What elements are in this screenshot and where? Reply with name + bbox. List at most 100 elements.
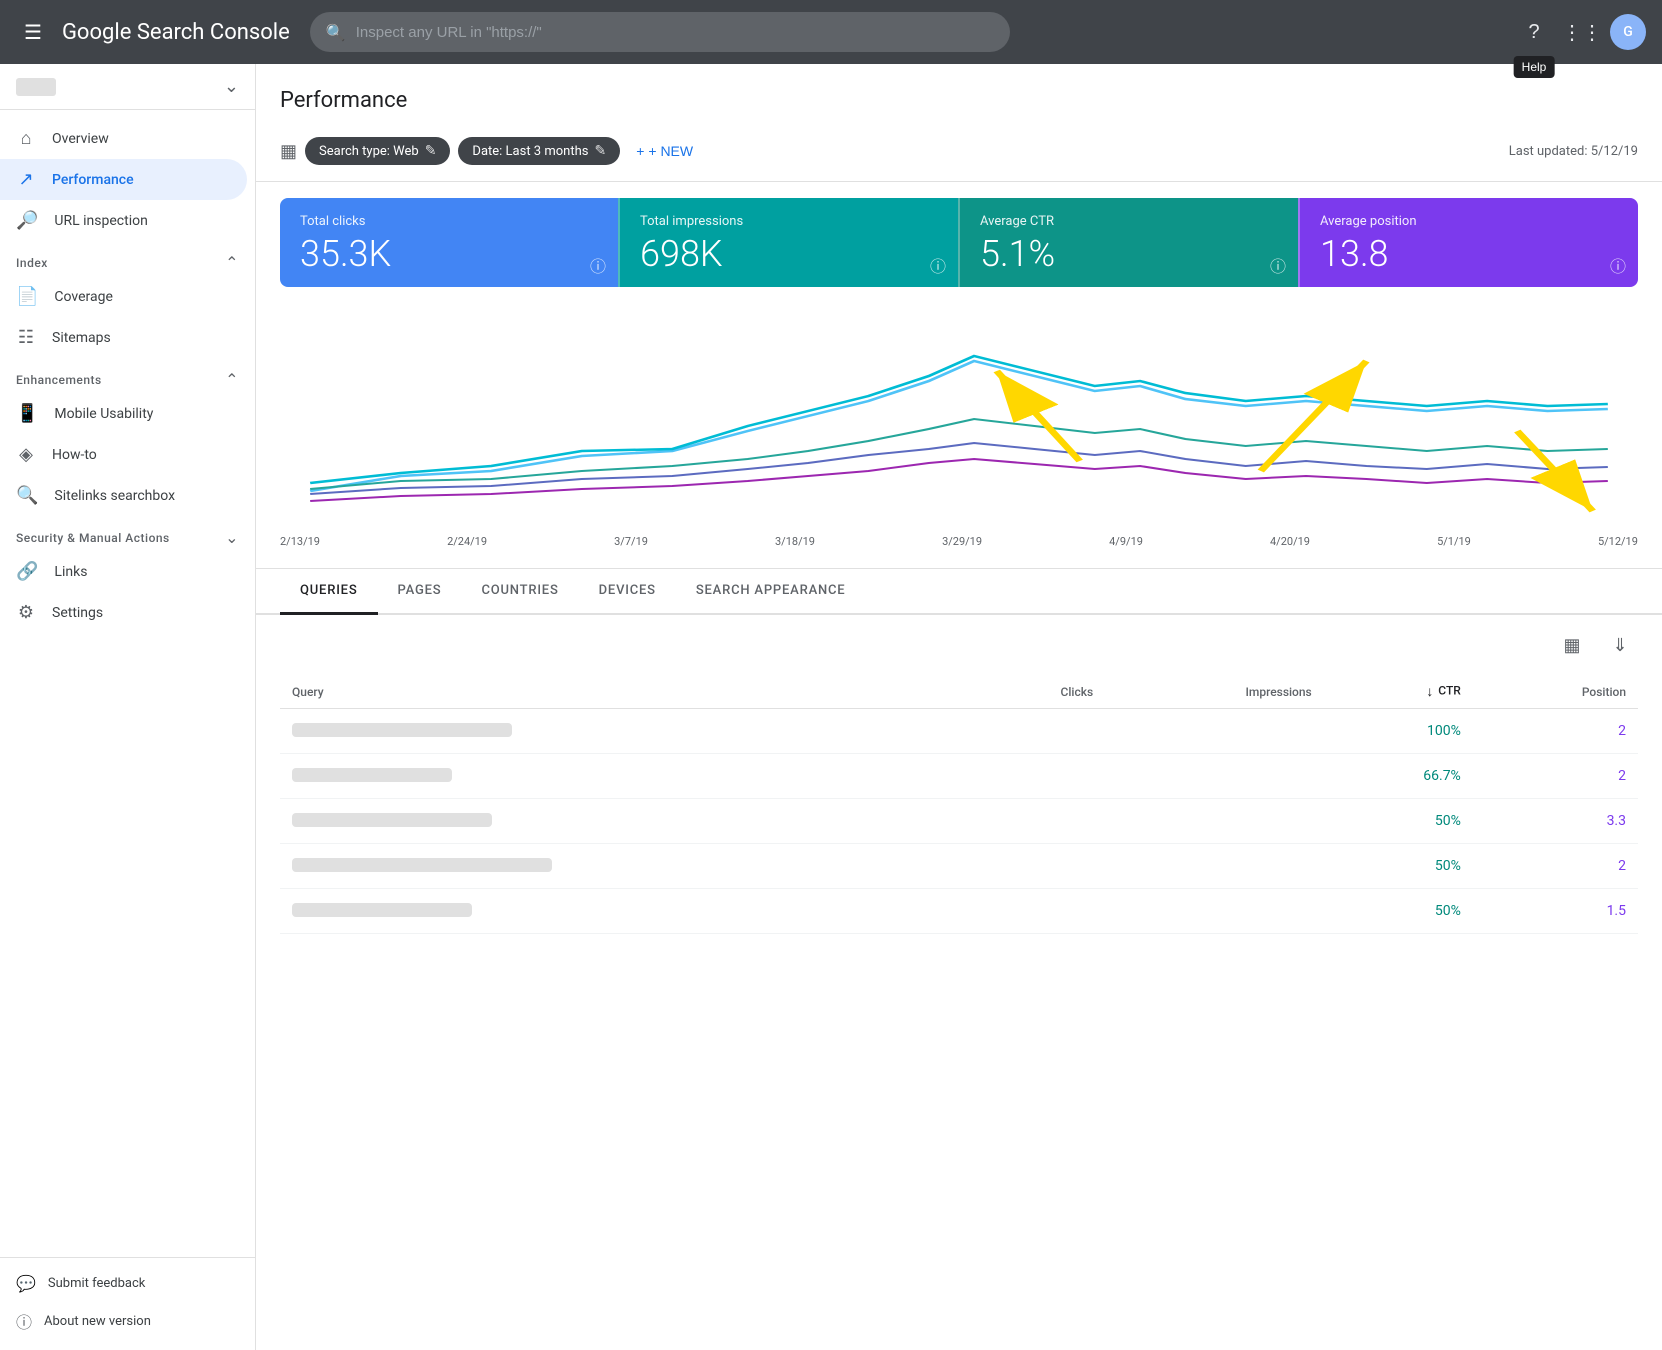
- links-icon: 🔗: [16, 561, 38, 582]
- table-row[interactable]: 50% 2: [280, 844, 1638, 889]
- search-type-filter[interactable]: Search type: Web ✎: [305, 137, 450, 165]
- hamburger-icon[interactable]: ☰: [16, 12, 50, 52]
- date-label-2: 3/7/19: [614, 535, 648, 548]
- metric-card-ctr[interactable]: Average CTR 5.1% ⓘ: [958, 198, 1298, 287]
- metric-card-clicks[interactable]: Total clicks 35.3K ⓘ: [280, 198, 618, 287]
- table-row[interactable]: 66.7% 2: [280, 754, 1638, 799]
- tabs: QUERIES PAGES COUNTRIES DEVICES SEARCH A…: [280, 569, 1638, 613]
- sidebar-item-sitemaps[interactable]: ☷ Sitemaps: [0, 317, 247, 358]
- col-header-clicks: Clicks: [968, 675, 1105, 709]
- metrics-section: Total clicks 35.3K ⓘ Total impressions 6…: [256, 182, 1662, 303]
- sidebar-item-url-inspection[interactable]: 🔎 URL inspection: [0, 200, 247, 241]
- table-row[interactable]: 50% 3.3: [280, 799, 1638, 844]
- sidebar: ⌄ ⌂ Overview ↗ Performance 🔎 URL inspect…: [0, 64, 256, 1350]
- nav-right: ? Help ⋮⋮ G: [1514, 12, 1646, 52]
- enhancements-chevron-icon[interactable]: ⌃: [225, 370, 239, 389]
- table-row[interactable]: 100% 2: [280, 709, 1638, 754]
- mobile-icon: 📱: [16, 403, 38, 424]
- ctr-help-icon[interactable]: ⓘ: [1270, 253, 1286, 277]
- col-header-ctr[interactable]: ↓ CTR: [1324, 675, 1473, 709]
- apps-button[interactable]: ⋮⋮: [1562, 12, 1602, 52]
- metric-card-position[interactable]: Average position 13.8 ⓘ: [1298, 198, 1638, 287]
- impressions-cell: [1105, 709, 1324, 754]
- footer-item-about-new-version[interactable]: ⓘ About new version: [0, 1301, 255, 1341]
- date-filter[interactable]: Date: Last 3 months ✎: [458, 137, 620, 165]
- impressions-cell: [1105, 889, 1324, 934]
- tab-pages[interactable]: PAGES: [378, 569, 462, 615]
- sidebar-item-performance[interactable]: ↗ Performance: [0, 159, 247, 200]
- table-row[interactable]: 50% 1.5: [280, 889, 1638, 934]
- sidebar-item-overview[interactable]: ⌂ Overview: [0, 118, 247, 159]
- search-bar: 🔍: [310, 12, 1010, 52]
- filter-rows-button[interactable]: ▦: [1554, 627, 1590, 663]
- tab-countries[interactable]: COUNTRIES: [461, 569, 578, 615]
- new-label: + NEW: [648, 143, 693, 159]
- index-chevron-icon[interactable]: ⌃: [225, 253, 239, 272]
- sidebar-item-settings[interactable]: ⚙ Settings: [0, 592, 247, 633]
- impressions-help-icon[interactable]: ⓘ: [930, 253, 946, 277]
- metric-card-impressions[interactable]: Total impressions 698K ⓘ: [618, 198, 958, 287]
- search-input[interactable]: [356, 24, 994, 41]
- security-section-label: Security & Manual Actions: [16, 531, 170, 545]
- clicks-value: 35.3K: [300, 233, 598, 275]
- tabs-section: QUERIES PAGES COUNTRIES DEVICES SEARCH A…: [256, 569, 1662, 615]
- enhancements-section-label: Enhancements: [16, 373, 102, 387]
- date-label-3: 3/18/19: [775, 535, 815, 548]
- footer-item-submit-feedback[interactable]: 💬 Submit feedback: [0, 1266, 255, 1301]
- sidebar-item-links[interactable]: 🔗 Links: [0, 551, 247, 592]
- sidebar-footer: 💬 Submit feedback ⓘ About new version ⟲ …: [0, 1257, 255, 1350]
- position-cell: 3.3: [1473, 799, 1638, 844]
- filter-icon[interactable]: ▦: [280, 141, 297, 162]
- col-header-position: Position: [1473, 675, 1638, 709]
- avatar[interactable]: G: [1610, 14, 1646, 50]
- sidebar-label-mobile-usability: Mobile Usability: [54, 406, 153, 422]
- tab-devices[interactable]: DEVICES: [579, 569, 676, 615]
- app-body: ⌄ ⌂ Overview ↗ Performance 🔎 URL inspect…: [0, 64, 1662, 1350]
- sidebar-item-how-to[interactable]: ◈ How-to: [0, 434, 247, 475]
- sidebar-item-mobile-usability[interactable]: 📱 Mobile Usability: [0, 393, 247, 434]
- footer-item-go-to-old-version[interactable]: ⟲ Go to the old version: [0, 1341, 255, 1350]
- tab-queries[interactable]: QUERIES: [280, 569, 378, 615]
- add-filter-button[interactable]: + + NEW: [628, 137, 701, 165]
- clicks-cell: [968, 889, 1105, 934]
- sidebar-account[interactable]: ⌄: [0, 64, 255, 110]
- apps-icon: ⋮⋮: [1562, 20, 1602, 45]
- sidebar-label-how-to: How-to: [52, 447, 97, 463]
- account-chevron-icon: ⌄: [224, 76, 239, 97]
- position-help-icon[interactable]: ⓘ: [1610, 253, 1626, 277]
- footer-label-submit-feedback: Submit feedback: [48, 1276, 145, 1291]
- position-cell: 1.5: [1473, 889, 1638, 934]
- chip-edit-icon: ✎: [425, 143, 437, 159]
- clicks-label: Total clicks: [300, 214, 598, 229]
- clicks-cell: [968, 754, 1105, 799]
- ctr-label: Average CTR: [980, 214, 1278, 229]
- sidebar-label-url-inspection: URL inspection: [54, 213, 147, 229]
- security-chevron-icon[interactable]: ⌄: [225, 528, 239, 547]
- date-label-6: 4/20/19: [1270, 535, 1310, 548]
- ctr-cell: 50%: [1324, 844, 1473, 889]
- settings-icon: ⚙: [16, 602, 36, 623]
- sidebar-label-links: Links: [54, 564, 87, 580]
- impressions-cell: [1105, 754, 1324, 799]
- sidebar-item-sitelinks-searchbox[interactable]: 🔍 Sitelinks searchbox: [0, 475, 247, 516]
- date-labels: 2/13/19 2/24/19 3/7/19 3/18/19 3/29/19 4…: [280, 531, 1638, 552]
- chart-container: [280, 311, 1638, 531]
- sidebar-item-coverage[interactable]: 📄 Coverage: [0, 276, 247, 317]
- position-cell: 2: [1473, 844, 1638, 889]
- sidebar-section-enhancements: Enhancements ⌃: [0, 358, 255, 393]
- date-label: Date: Last 3 months: [472, 144, 588, 159]
- account-icon: [16, 78, 56, 96]
- sidebar-label-settings: Settings: [52, 605, 103, 621]
- date-label-0: 2/13/19: [280, 535, 320, 548]
- top-nav: ☰ Google Search Console 🔍 ? Help ⋮⋮ G: [0, 0, 1662, 64]
- download-button[interactable]: ⇓: [1602, 627, 1638, 663]
- tab-search-appearance[interactable]: SEARCH APPEARANCE: [676, 569, 866, 615]
- plus-icon: +: [636, 143, 644, 159]
- footer-label-about-new-version: About new version: [44, 1314, 151, 1329]
- sidebar-section-index: Index ⌃: [0, 241, 255, 276]
- home-icon: ⌂: [16, 128, 36, 149]
- sidebar-label-overview: Overview: [52, 131, 109, 147]
- position-cell: 2: [1473, 709, 1638, 754]
- help-button[interactable]: ? Help: [1514, 12, 1554, 52]
- clicks-help-icon[interactable]: ⓘ: [590, 253, 606, 277]
